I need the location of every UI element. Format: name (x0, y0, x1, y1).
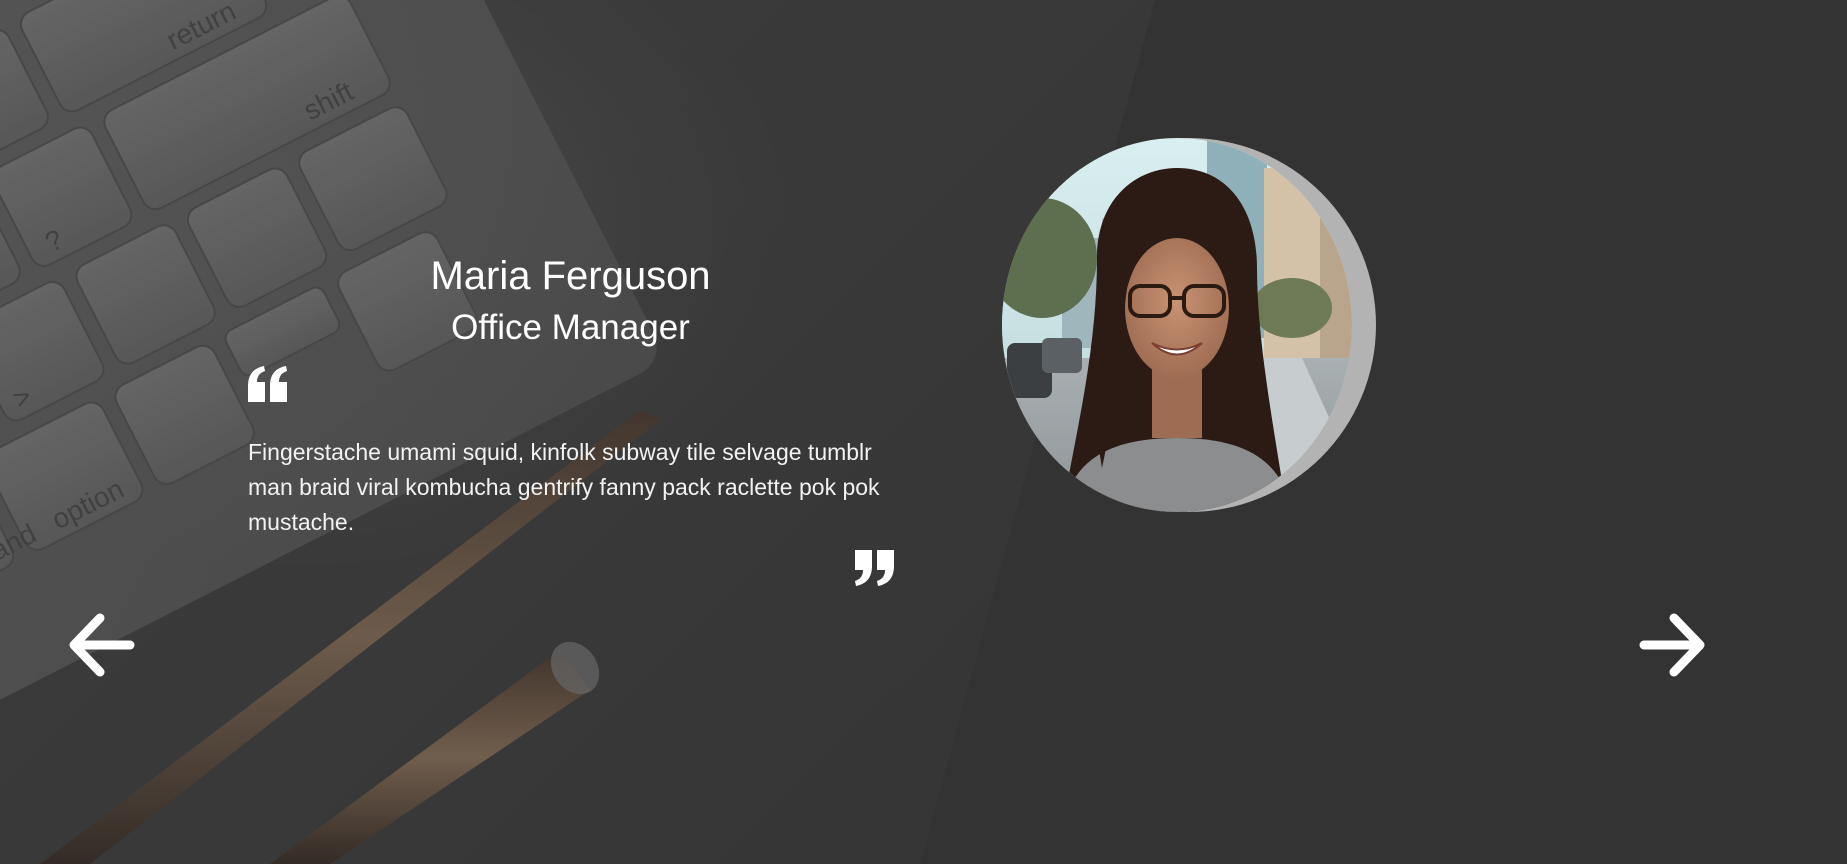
testimonial-quote: Fingerstache umami squid, kinfolk subway… (248, 439, 880, 535)
avatar-photo (1002, 138, 1352, 512)
avatar-container (1002, 138, 1376, 512)
keyboard-pen-image: return shift option command P { " : ? L … (0, 0, 1155, 864)
testimonial-slider: return shift option command P { " : ? L … (0, 0, 1847, 864)
arrow-left-icon (69, 613, 135, 677)
background-photo: return shift option command P { " : ? L … (0, 0, 1155, 864)
quote-close-icon (855, 550, 894, 586)
avatar (1002, 138, 1352, 512)
quote-open-icon (248, 366, 287, 402)
arrow-right-icon (1639, 613, 1705, 677)
next-button[interactable] (1638, 612, 1706, 678)
person-role: Office Manager (451, 308, 690, 347)
person-name: Maria Ferguson (430, 254, 711, 298)
previous-button[interactable] (68, 612, 136, 678)
